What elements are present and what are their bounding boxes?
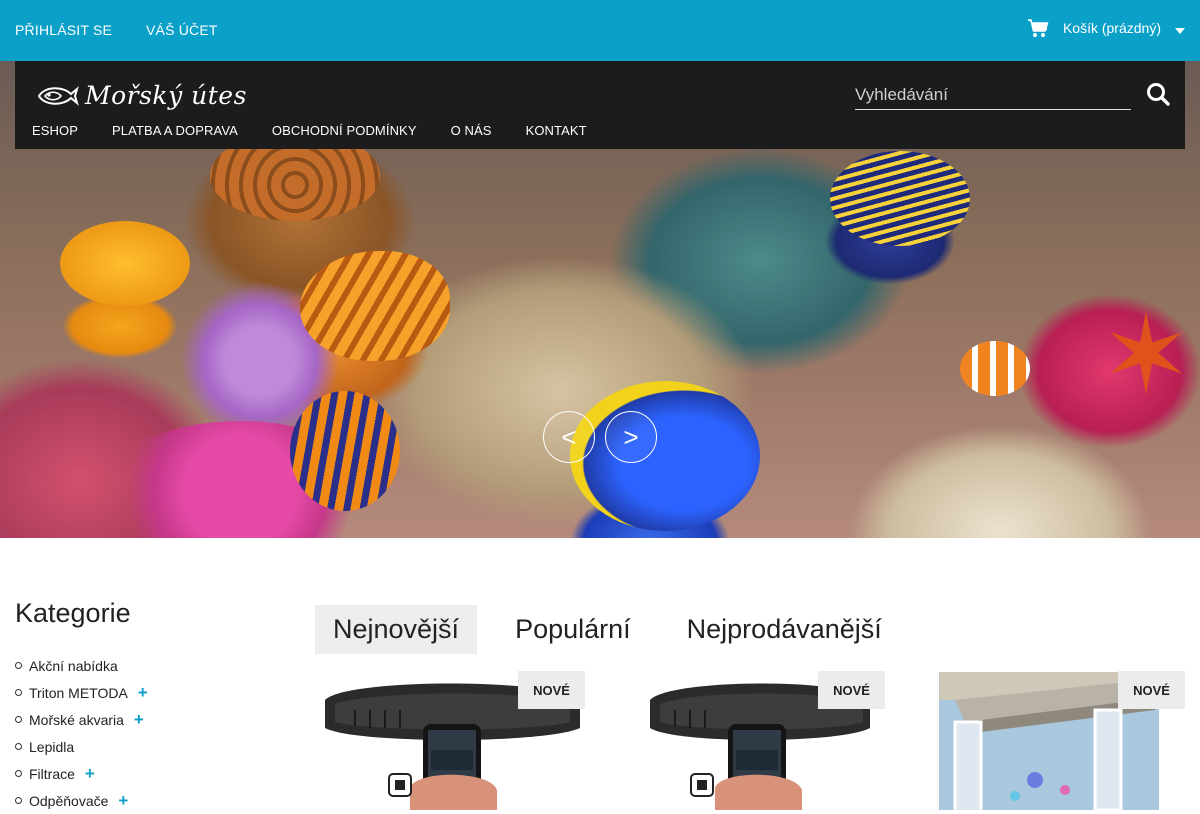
login-link[interactable]: PŘIHLÁSIT SE: [15, 22, 112, 38]
cart-label: Košík (prázdný): [1062, 20, 1161, 36]
product-card[interactable]: NOVÉ: [915, 670, 1185, 810]
tab-bestselling[interactable]: Nejprodávanější: [669, 605, 900, 654]
expand-plus-icon[interactable]: +: [85, 765, 95, 782]
search-box: [855, 80, 1131, 110]
tab-popular[interactable]: Populární: [497, 605, 649, 654]
product-tabs: Nejnovější Populární Nejprodávanější: [315, 605, 920, 654]
tab-newest[interactable]: Nejnovější: [315, 605, 478, 654]
new-badge: NOVÉ: [1118, 671, 1185, 709]
categories-title: Kategorie: [15, 598, 131, 628]
category-list: Akční nabídka Triton METODA + Mořské akv…: [15, 652, 148, 814]
site-logo[interactable]: Mořský útes: [37, 81, 247, 110]
new-badge: NOVÉ: [818, 671, 885, 709]
nav-item-terms[interactable]: OBCHODNÍ PODMÍNKY: [272, 123, 417, 138]
hero-starfish: ✶: [1100, 294, 1193, 417]
bullet-icon: [15, 743, 22, 750]
category-item[interactable]: Akční nabídka: [15, 652, 148, 679]
category-label: Mořské akvaria: [29, 711, 124, 728]
expand-plus-icon[interactable]: +: [118, 792, 128, 809]
search-input[interactable]: [855, 80, 1131, 109]
nav-item-about[interactable]: O NÁS: [451, 123, 492, 138]
top-bar: PŘIHLÁSIT SE VÁŠ ÚČET Košík (prázdný): [0, 0, 1200, 61]
hero-fish: [960, 341, 1030, 396]
cart-dropdown[interactable]: Košík (prázdný): [1027, 18, 1185, 38]
chevron-left-icon: <: [561, 421, 577, 452]
nav-item-payment-shipping[interactable]: PLATBA A DOPRAVA: [112, 123, 238, 138]
bullet-icon: [15, 689, 22, 696]
search-icon[interactable]: [1145, 81, 1171, 107]
bullet-icon: [15, 716, 22, 723]
slider-next-button[interactable]: >: [605, 411, 657, 463]
category-item[interactable]: Triton METODA +: [15, 679, 148, 706]
product-card[interactable]: NOVÉ: [315, 670, 585, 810]
bullet-icon: [15, 770, 22, 777]
nav-item-eshop[interactable]: ESHOP: [32, 123, 78, 138]
chevron-right-icon: >: [623, 421, 639, 452]
fish-logo-icon: [37, 85, 79, 106]
main-nav: ESHOP PLATBA A DOPRAVA OBCHODNÍ PODMÍNKY…: [32, 123, 621, 138]
bullet-icon: [15, 662, 22, 669]
hero-fish: [300, 251, 450, 361]
product-card[interactable]: NOVÉ: [615, 670, 885, 810]
category-item[interactable]: Odpěňovače +: [15, 787, 148, 814]
logo-text: Mořský útes: [85, 81, 247, 110]
category-label: Akční nabídka: [29, 657, 118, 674]
category-label: Filtrace: [29, 765, 75, 782]
bullet-icon: [15, 797, 22, 804]
account-link[interactable]: VÁŠ ÚČET: [146, 22, 218, 38]
category-item[interactable]: Lepidla: [15, 733, 148, 760]
hero-fish: [570, 381, 760, 531]
caret-down-icon: [1175, 28, 1185, 34]
expand-plus-icon[interactable]: +: [134, 711, 144, 728]
category-item[interactable]: Filtrace +: [15, 760, 148, 787]
header-panel: Mořský útes ESHOP PLATBA A DOPRAVA OBCHO…: [15, 61, 1185, 149]
slider-prev-button[interactable]: <: [543, 411, 595, 463]
category-label: Triton METODA: [29, 684, 128, 701]
shopping-cart-icon: [1027, 19, 1049, 37]
hero-fish: [60, 221, 190, 306]
nav-item-contact[interactable]: KONTAKT: [526, 123, 587, 138]
hero-fish: [830, 151, 970, 246]
category-label: Odpěňovače: [29, 792, 109, 809]
category-label: Lepidla: [29, 738, 75, 755]
hero-fish: [290, 391, 400, 511]
category-item[interactable]: Mořské akvaria +: [15, 706, 148, 733]
new-badge: NOVÉ: [518, 671, 585, 709]
expand-plus-icon[interactable]: +: [138, 684, 148, 701]
